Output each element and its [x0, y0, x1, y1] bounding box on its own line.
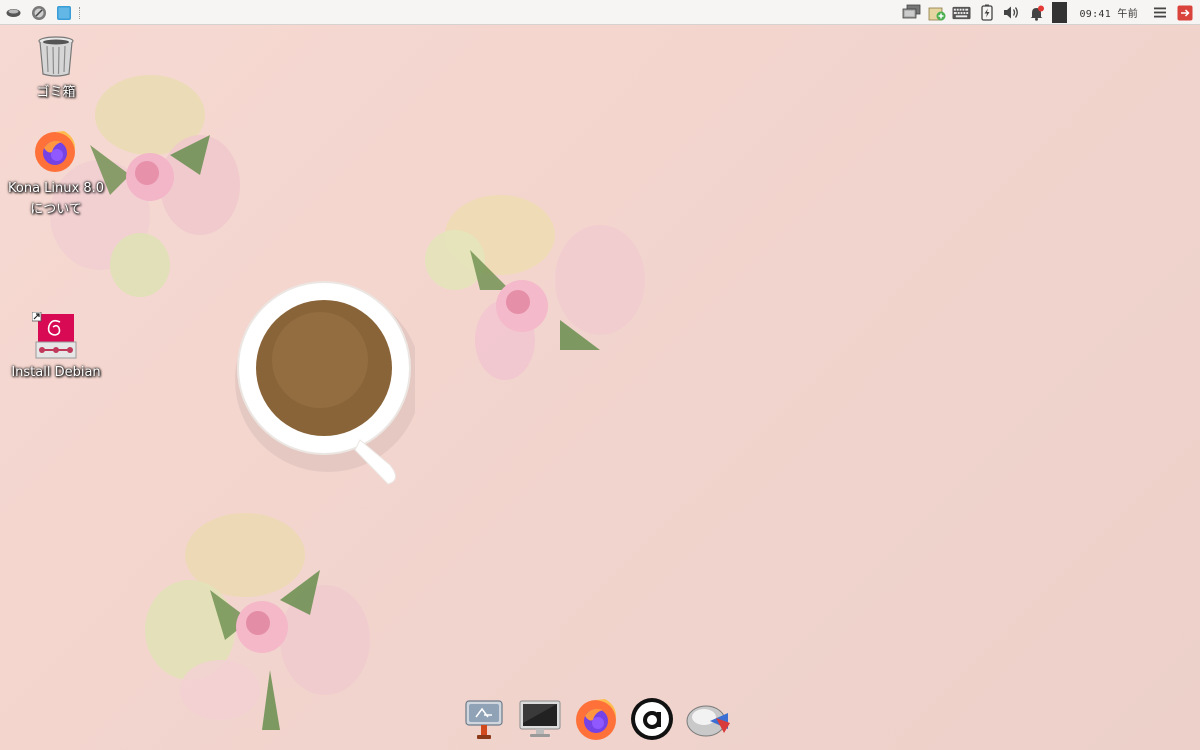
volume-button[interactable] [1002, 3, 1021, 22]
network-icon [903, 4, 921, 19]
desktop-icon [56, 5, 71, 20]
bell-icon [1030, 5, 1044, 21]
power-button[interactable] [977, 3, 996, 22]
keyboard-icon [952, 6, 971, 19]
app-menu-button[interactable] [4, 3, 23, 22]
network-button[interactable] [902, 3, 921, 22]
dock-item-at-app[interactable] [628, 695, 676, 743]
dock-item-disk-usage[interactable] [684, 695, 732, 743]
updates-button[interactable] [927, 3, 946, 22]
desktop-icon-trash[interactable]: ゴミ箱 [8, 32, 104, 103]
top-panel: 09:41 午前 [0, 0, 1200, 25]
desktop[interactable]: 09:41 午前 ゴミ箱 Kona Linux 8.0について Install … [0, 0, 1200, 750]
volume-icon [1004, 6, 1019, 19]
globe-icon [31, 5, 46, 20]
panel-clock[interactable]: 09:41 午前 [1073, 5, 1144, 20]
desktop-icon-install-debian[interactable]: Install Debian [8, 311, 104, 383]
logout-icon [1177, 5, 1192, 20]
dock-item-terminal[interactable] [516, 695, 564, 743]
wallpaper-roses-center [425, 195, 645, 380]
app-menu-icon [6, 9, 21, 17]
app-finder-icon [465, 700, 503, 739]
panel-separator-handle[interactable] [79, 6, 83, 19]
firefox-icon [35, 131, 76, 172]
update-package-icon [928, 7, 946, 20]
browser-launcher[interactable] [29, 3, 48, 22]
wallpaper-roses-bottom-left [145, 513, 370, 730]
desktop-icon-trash-label: ゴミ箱 [36, 85, 76, 100]
notifications-button[interactable] [1027, 3, 1046, 22]
at-sign-icon [631, 698, 673, 740]
desktop-icon-about-kona[interactable]: Kona Linux 8.0について [8, 128, 104, 220]
trash-icon [38, 36, 74, 77]
battery-charging-icon [981, 4, 993, 21]
system-tray: 09:41 午前 [902, 2, 1194, 23]
panel-launchers [4, 3, 83, 22]
disk-usage-icon [686, 705, 730, 737]
wallpaper-coffee-cup [235, 281, 415, 485]
logout-button[interactable] [1175, 3, 1194, 22]
dock-item-firefox[interactable] [572, 695, 620, 743]
dock [460, 692, 732, 746]
monitor-icon [519, 700, 561, 737]
desktop-icon-about-kona-label: Kona Linux 8.0について [8, 181, 105, 217]
firefox-icon [576, 699, 617, 740]
keyboard-layout-button[interactable] [952, 3, 971, 22]
action-menu-button[interactable] [1150, 3, 1169, 22]
workspace-pager[interactable] [1052, 2, 1068, 23]
dock-item-app-finder[interactable] [460, 695, 508, 743]
hamburger-menu-icon [1153, 7, 1166, 18]
show-desktop-button[interactable] [54, 3, 73, 22]
debian-installer-icon [31, 311, 77, 359]
desktop-icon-install-debian-label: Install Debian [11, 365, 101, 380]
